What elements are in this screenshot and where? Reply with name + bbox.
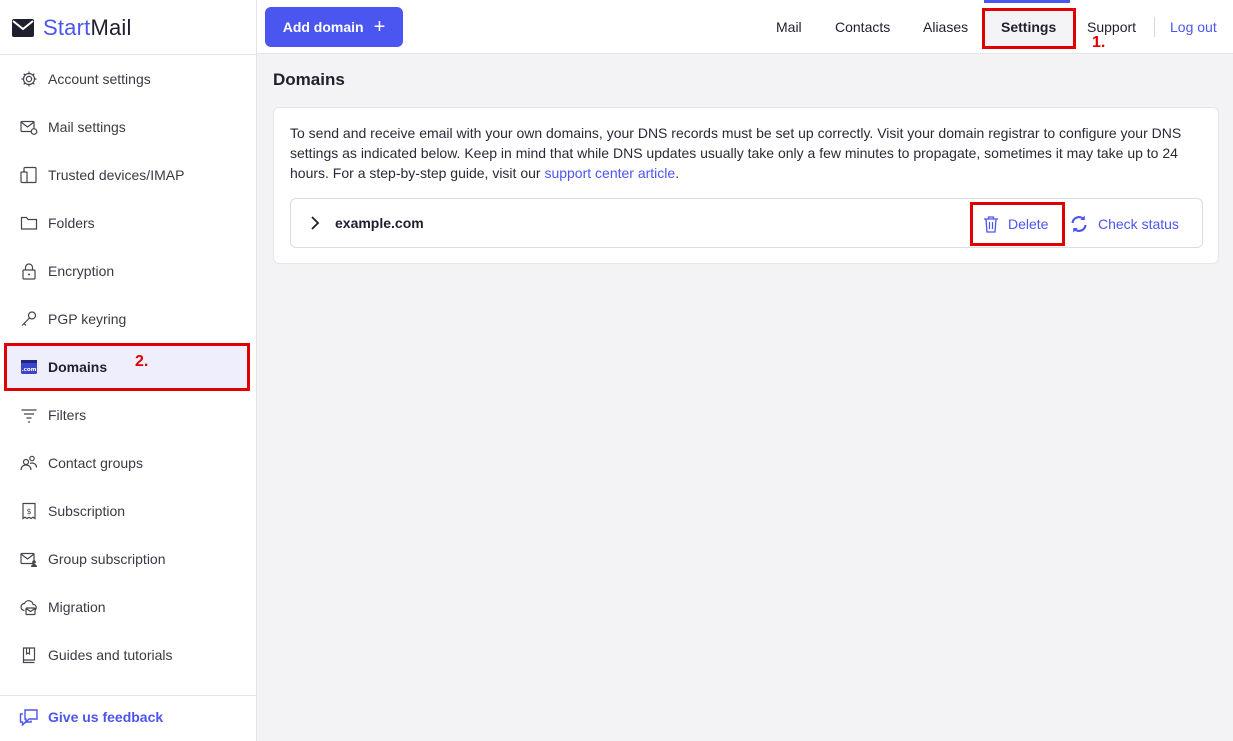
trash-icon xyxy=(984,216,998,233)
sidebar-item-guides[interactable]: Guides and tutorials xyxy=(0,631,257,679)
domain-row: example.com Delete Check status xyxy=(290,198,1203,248)
sidebar-item-label: Folders xyxy=(48,215,95,231)
divider xyxy=(1154,17,1155,37)
sidebar-item-group-subscription[interactable]: Group subscription xyxy=(0,535,257,583)
lock-icon xyxy=(20,262,38,280)
folder-icon xyxy=(20,214,38,232)
sidebar-item-subscription[interactable]: $ Subscription xyxy=(0,487,257,535)
sidebar-item-label: Contact groups xyxy=(48,455,143,471)
chevron-right-icon[interactable] xyxy=(307,214,323,232)
plus-icon: + xyxy=(373,16,386,38)
gear-icon xyxy=(20,70,38,88)
sidebar-item-label: Encryption xyxy=(48,263,115,279)
sidebar-item-label: Group subscription xyxy=(48,551,166,567)
feedback-chat-icon xyxy=(19,709,38,726)
sidebar-item-label: Migration xyxy=(48,599,106,615)
add-domain-label: Add domain xyxy=(282,19,364,35)
cloud-mail-icon xyxy=(20,598,38,616)
logout-link[interactable]: Log out xyxy=(1170,0,1217,54)
envelope-logo-icon xyxy=(12,19,34,37)
refresh-icon xyxy=(1071,215,1087,233)
sidebar-item-label: PGP keyring xyxy=(48,311,127,327)
support-center-link[interactable]: support center article xyxy=(544,165,675,181)
sidebar-item-label: Account settings xyxy=(48,71,151,87)
book-icon xyxy=(20,646,38,664)
check-status-label: Check status xyxy=(1098,216,1179,232)
add-domain-button[interactable]: Add domain + xyxy=(265,7,403,47)
devices-icon xyxy=(20,166,38,184)
sidebar-item-pgp-keyring[interactable]: PGP keyring xyxy=(0,295,257,343)
logo[interactable]: StartMail xyxy=(12,14,132,42)
page-title: Domains xyxy=(273,70,345,89)
mail-gear-icon xyxy=(20,118,38,136)
sidebar-item-label: Guides and tutorials xyxy=(48,647,173,663)
topnav-aliases[interactable]: Aliases xyxy=(923,0,968,54)
sidebar-item-filters[interactable]: Filters xyxy=(0,391,257,439)
domains-card: To send and receive email with your own … xyxy=(273,107,1219,264)
receipt-icon: $ xyxy=(20,502,38,520)
topnav-settings[interactable]: Settings xyxy=(1001,0,1056,54)
delete-label: Delete xyxy=(1008,216,1049,232)
sidebar: StartMail Account settings Mail settings… xyxy=(0,0,257,741)
sidebar-item-contact-groups[interactable]: Contact groups xyxy=(0,439,257,487)
sidebar-item-migration[interactable]: Migration xyxy=(0,583,257,631)
topnav-contacts[interactable]: Contacts xyxy=(835,0,890,54)
svg-text:.com: .com xyxy=(22,367,37,373)
sidebar-item-label: Subscription xyxy=(48,503,126,519)
give-feedback-link[interactable]: Give us feedback xyxy=(19,708,163,726)
brand-name: StartMail xyxy=(43,15,132,40)
sidebar-item-label: Domains xyxy=(48,359,108,375)
sidebar-item-account-settings[interactable]: Account settings xyxy=(0,55,257,103)
sidebar-item-label: Trusted devices/IMAP xyxy=(48,167,185,183)
divider xyxy=(0,695,257,696)
sidebar-item-domains[interactable]: .com Domains xyxy=(4,343,250,391)
key-icon xyxy=(20,310,38,328)
domain-icon: .com xyxy=(20,358,38,376)
delete-domain-button[interactable]: Delete xyxy=(970,202,1065,246)
sidebar-item-label: Mail settings xyxy=(48,119,126,135)
filter-icon xyxy=(20,406,38,424)
contact-groups-icon xyxy=(20,454,38,472)
sidebar-item-folders[interactable]: Folders xyxy=(0,199,257,247)
topnav-mail[interactable]: Mail xyxy=(776,0,802,54)
annotation-step-1: 1. xyxy=(1092,34,1106,51)
sidebar-item-mail-settings[interactable]: Mail settings xyxy=(0,103,257,151)
annotation-step-2: 2. xyxy=(135,353,149,370)
feedback-label: Give us feedback xyxy=(48,709,164,725)
domain-name: example.com xyxy=(335,215,424,231)
check-status-button[interactable]: Check status xyxy=(1069,204,1179,244)
dns-instructions: To send and receive email with your own … xyxy=(290,125,1182,181)
sidebar-item-label: Filters xyxy=(48,407,87,423)
svg-text:$: $ xyxy=(26,507,31,516)
sidebar-item-trusted-devices[interactable]: Trusted devices/IMAP xyxy=(0,151,257,199)
sidebar-item-encryption[interactable]: Encryption xyxy=(0,247,257,295)
group-mail-icon xyxy=(20,550,38,568)
